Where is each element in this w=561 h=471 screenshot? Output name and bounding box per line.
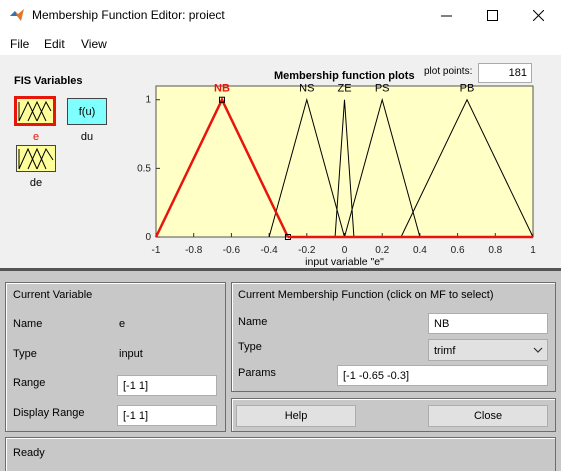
x-tick-label: 0.2 — [375, 245, 389, 256]
variable-name-label: Name — [13, 318, 43, 330]
x-tick-label: 0.4 — [413, 245, 427, 256]
fis-variables-title: FIS Variables — [14, 75, 83, 87]
mf-label-ze: ZE — [337, 83, 351, 95]
menu-file[interactable]: File — [10, 37, 29, 51]
fis-input-e-box[interactable] — [14, 96, 56, 126]
mf-params-input[interactable]: [-1 -0.65 -0.3] — [337, 365, 548, 386]
range-input[interactable]: [-1 1] — [117, 375, 217, 396]
plot-title: Membership function plots — [274, 70, 415, 82]
current-variable-heading: Current Variable — [13, 289, 93, 301]
mf-type-label: Type — [238, 341, 262, 353]
x-tick-label: -1 — [152, 245, 161, 256]
plot-points-input[interactable]: 181 — [478, 63, 532, 83]
display-range-input[interactable]: [-1 1] — [117, 405, 217, 426]
x-tick-label: 0.6 — [451, 245, 465, 256]
x-tick-label: -0.6 — [223, 245, 241, 256]
fis-input-de-label: de — [29, 177, 43, 189]
fis-output-du-label: du — [80, 131, 94, 143]
y-tick-label: 0.5 — [137, 163, 151, 174]
close-button[interactable]: Close — [428, 405, 548, 427]
fis-input-de-box[interactable] — [16, 145, 56, 172]
plot-area — [155, 85, 534, 238]
status-text: Ready — [13, 447, 45, 459]
minimize-button[interactable] — [423, 0, 469, 31]
x-tick-label: 0 — [342, 245, 348, 256]
y-tick-label: 1 — [145, 95, 151, 106]
fis-input-e-label: e — [32, 131, 40, 143]
x-axis-label: input variable "e" — [305, 256, 384, 268]
mf-type-value: trimf — [434, 345, 456, 357]
mf-params-label: Params — [238, 367, 276, 379]
help-button[interactable]: Help — [236, 405, 356, 427]
minimize-icon — [440, 15, 452, 17]
mf-label-nb: NB — [214, 83, 230, 95]
mf-label-ns: NS — [299, 83, 314, 95]
x-tick-label: -0.2 — [298, 245, 316, 256]
mf-thumbnail-icon — [18, 100, 52, 122]
maximize-button[interactable] — [469, 0, 515, 31]
range-label: Range — [13, 377, 46, 389]
close-window-button[interactable] — [515, 0, 561, 31]
mf-label-pb: PB — [460, 83, 475, 95]
close-icon — [532, 10, 544, 21]
variable-type-value: input — [119, 348, 143, 360]
variable-name-value: e — [119, 318, 126, 330]
mf-type-select[interactable]: trimf — [428, 339, 548, 361]
x-tick-label: -0.4 — [260, 245, 278, 256]
mf-name-label: Name — [238, 316, 268, 328]
chevron-down-icon — [533, 347, 543, 353]
window-title: Membership Function Editor: proiect — [32, 8, 225, 22]
x-tick-label: 1 — [530, 245, 536, 256]
status-panel — [5, 437, 556, 471]
x-tick-label: -0.8 — [185, 245, 203, 256]
y-tick-label: 0 — [145, 232, 151, 243]
display-range-label: Display Range — [13, 407, 85, 419]
mf-label-ps: PS — [375, 83, 390, 95]
plot-points-label: plot points: — [424, 66, 473, 77]
mf-thumbnail-icon — [18, 147, 54, 170]
fis-output-du-box[interactable]: f(u) — [67, 98, 107, 125]
matlab-app-icon — [10, 9, 24, 21]
membership-function-chart[interactable]: -1 -0.8 -0.6 -0.4 -0.2 0 0.2 0.4 0.6 0.8 1 0 0.5 1 inp… — [130, 82, 550, 274]
menu-edit[interactable]: Edit — [44, 37, 65, 51]
current-mf-heading: Current Membership Function (click on MF… — [238, 289, 494, 301]
variable-type-label: Type — [13, 348, 37, 360]
mf-name-input[interactable]: NB — [428, 313, 548, 334]
x-tick-label: 0.8 — [488, 245, 502, 256]
maximize-icon — [486, 10, 498, 21]
menu-view[interactable]: View — [81, 37, 107, 51]
